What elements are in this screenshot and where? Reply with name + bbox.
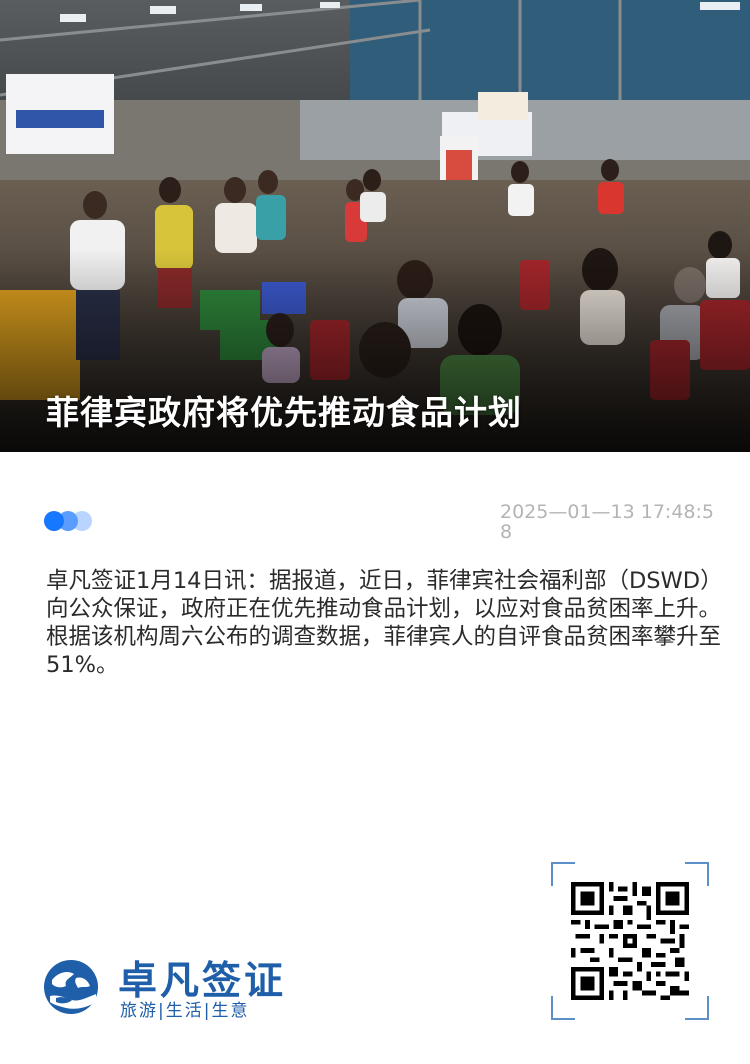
article-body: 卓凡签证1月14日讯：据报道，近日，菲律宾社会福利部（DSWD）向公众保证，政府…: [46, 568, 723, 678]
loading-dots-icon: [44, 510, 104, 532]
article-headline: 菲律宾政府将优先推动食品计划: [46, 393, 522, 432]
hero-image: 菲律宾政府将优先推动食品计划: [0, 0, 750, 452]
qr-code-icon[interactable]: [571, 882, 689, 1000]
article-card: 菲律宾政府将优先推动食品计划 2025—01—13 17:48:58 卓凡签证1…: [0, 0, 750, 1064]
globe-hand-icon: [44, 960, 98, 1014]
qr-frame: [551, 862, 709, 1020]
brand-tagline: 旅游|生活|生意: [120, 1001, 250, 1021]
hero-photo-illustration: [0, 0, 750, 452]
dot-primary: [44, 511, 64, 531]
publish-timestamp: 2025—01—13 17:48:58: [500, 501, 714, 543]
